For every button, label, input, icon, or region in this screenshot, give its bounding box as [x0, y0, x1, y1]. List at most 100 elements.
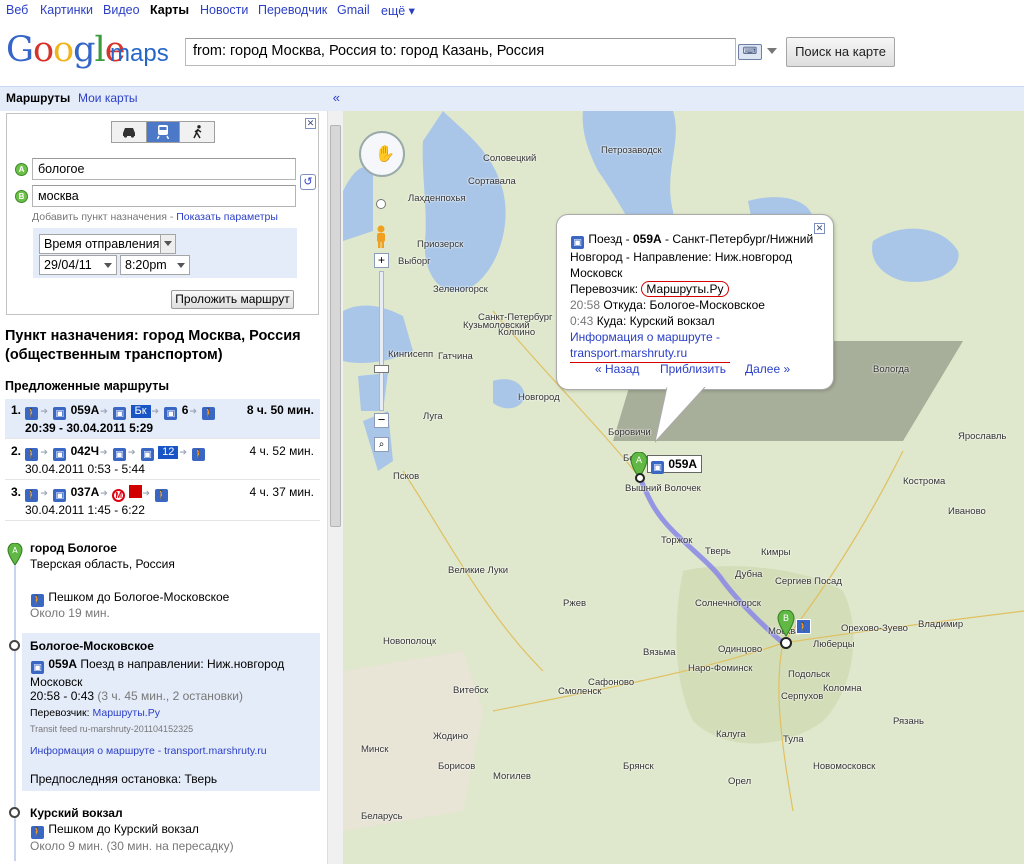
marker-a-icon: A	[15, 163, 28, 176]
tab-routes[interactable]: Маршруты	[6, 91, 70, 105]
time-select[interactable]: 8:20pm	[120, 255, 190, 275]
route-option-3[interactable]: 3. 🚶 ➔ ▣ 037А➔ М ➔ 🚶 4 ч. 37 мин. 30.04.2…	[5, 481, 320, 521]
show-options-link[interactable]: Показать параметры	[176, 211, 278, 223]
keyboard-icon[interactable]: ⌨	[738, 44, 762, 60]
nav-video[interactable]: Видео	[103, 3, 140, 17]
close-icon[interactable]: ✕	[305, 118, 316, 129]
panel-scrollbar[interactable]	[327, 111, 343, 864]
metro-line-icon	[128, 485, 142, 498]
rybinsk-reservoir	[872, 228, 959, 282]
map-label: Брянск	[623, 761, 654, 772]
pan-control[interactable]: ✋	[359, 131, 405, 177]
map-label: Минск	[361, 744, 389, 755]
bus-icon: ▣	[164, 407, 178, 420]
nav-gmail[interactable]: Gmail	[337, 3, 370, 17]
map-label: Одинцово	[718, 644, 763, 655]
get-directions-button[interactable]: Проложить маршрут	[171, 290, 294, 309]
map-label: Наро-Фоминск	[688, 663, 753, 674]
tab-my-maps[interactable]: Мои карты	[78, 91, 138, 105]
map-label: Кострома	[903, 476, 946, 487]
map-label: Кингисепп	[388, 349, 434, 360]
streetview-dot-icon	[376, 199, 386, 209]
map-label: Люберцы	[813, 639, 855, 650]
station-name: Бологое-Московское	[30, 639, 154, 653]
popup-route-info-link[interactable]: Информация о маршруте - transport.marshr…	[570, 329, 730, 363]
route-times: 30.04.2011 0:53 - 5:44	[25, 462, 145, 476]
car-icon[interactable]	[112, 122, 146, 142]
arrow-icon: ➔	[40, 406, 48, 416]
map-label: Вологда	[873, 364, 910, 375]
transit-icon[interactable]	[146, 122, 180, 142]
map-label: Приозерск	[417, 239, 464, 250]
top-navigation: Веб Картинки Видео Карты Новости Перевод…	[0, 0, 1024, 22]
route-info-link[interactable]: Информация о маршруте - transport.marshr…	[30, 745, 267, 757]
nav-web[interactable]: Веб	[6, 3, 28, 17]
end-station: Курский вокзал	[30, 806, 123, 820]
popup-back-link[interactable]: « Назад	[595, 361, 639, 377]
walk-step-2[interactable]: 🚶 Пешком до Курский вокзал	[30, 822, 199, 839]
date-select[interactable]: 29/04/11	[39, 255, 117, 275]
walk-step-1[interactable]: 🚶 Пешком до Бологое-Московское	[30, 590, 229, 607]
water-body	[343, 167, 373, 241]
popup-zoom-link[interactable]: Приблизить	[660, 361, 726, 377]
add-destination-link[interactable]: Добавить пункт назначения	[32, 211, 167, 223]
zoom-out-icon[interactable]: −	[374, 413, 389, 428]
nav-news[interactable]: Новости	[200, 3, 248, 17]
marker-b-icon[interactable]: B	[777, 610, 795, 638]
zoom-slider-handle[interactable]	[374, 365, 389, 373]
map-label: Могилев	[493, 771, 531, 782]
svg-text:B: B	[783, 614, 789, 624]
nav-images[interactable]: Картинки	[40, 3, 93, 17]
train-icon: ▣	[53, 407, 67, 420]
swap-icon[interactable]: ↺	[300, 174, 316, 190]
nav-maps[interactable]: Карты	[150, 3, 189, 17]
svg-text:A: A	[12, 546, 18, 555]
route-1-summary: 1. 🚶 ➔ ▣ 059A➔ ▣ Бк ➔ ▣ 6➔ 🚶	[11, 403, 216, 420]
time-mode-select[interactable]: Время отправления	[39, 234, 176, 254]
arrow-icon: ➔	[100, 406, 108, 416]
map-label: Сафоново	[588, 677, 635, 688]
stop-dot-icon	[635, 473, 645, 483]
arrow-icon: ➔	[100, 488, 108, 498]
map-train-label[interactable]: ▣ 059A	[647, 455, 703, 474]
close-icon[interactable]: ✕	[814, 223, 825, 234]
chevron-down-icon[interactable]	[767, 48, 777, 54]
route-3-summary: 3. 🚶 ➔ ▣ 037А➔ М ➔ 🚶	[11, 485, 169, 502]
map-label: Тверь	[705, 546, 731, 557]
walking-icon[interactable]	[181, 122, 215, 142]
stop-dot-icon	[780, 637, 792, 649]
search-input[interactable]: from: город Москва, Россия to: город Каз…	[185, 38, 736, 66]
route-duration: 4 ч. 52 мин.	[249, 444, 314, 458]
arrow-icon: ➔	[127, 447, 136, 457]
map-label: Боровичи	[608, 427, 651, 438]
popup-train-line: ▣ Поезд - 059A - Санкт-Петербург/Нижний …	[570, 231, 815, 281]
route-duration: 4 ч. 37 мин.	[249, 485, 314, 499]
google-maps-logo[interactable]: Google maps	[6, 30, 169, 74]
map-label: Петрозаводск	[601, 145, 662, 156]
route-number: 2.	[11, 444, 22, 458]
zoom-in-icon[interactable]: +	[374, 253, 389, 268]
popup-next-link[interactable]: Далее »	[745, 361, 790, 377]
start-name: город Бологое	[30, 541, 117, 555]
popup-train-number: 059A	[632, 232, 662, 246]
arrow-icon: ➔	[151, 406, 160, 416]
line-badge: Бк	[130, 405, 151, 418]
walk-icon[interactable]: 🚶	[796, 619, 811, 634]
arrow-icon: ➔	[40, 488, 48, 498]
route-option-2[interactable]: 2. 🚶 ➔ ▣ 042Ч➔ ▣ ➔ ▣ 12 ➔ 🚶 4 ч. 52 мин. 30…	[5, 440, 320, 480]
info-window: ✕ ▣ Поезд - 059A - Санкт-Петербург/Нижни…	[556, 214, 834, 390]
collapse-panel-icon[interactable]: «	[333, 90, 340, 105]
map-label: Беларусь	[361, 811, 403, 822]
end-point-input[interactable]: москва	[32, 185, 296, 207]
start-point-input[interactable]: бологое	[32, 158, 296, 180]
nav-more[interactable]: ещё ▾	[381, 3, 415, 18]
magnifier-icon[interactable]: ⌕	[374, 437, 389, 452]
search-map-button[interactable]: Поиск на карте	[786, 37, 895, 67]
zoom-slider[interactable]	[379, 271, 384, 411]
pegman-icon[interactable]	[373, 225, 389, 249]
route-option-1[interactable]: 1. 🚶 ➔ ▣ 059A➔ ▣ Бк ➔ ▣ 6➔ 🚶 8 ч. 50 мин. …	[5, 399, 320, 439]
chevron-down-icon	[104, 263, 112, 268]
nav-translate[interactable]: Переводчик	[258, 3, 327, 17]
carrier-link[interactable]: Маршруты.Ру	[92, 707, 159, 719]
scrollbar-thumb[interactable]	[330, 125, 341, 527]
